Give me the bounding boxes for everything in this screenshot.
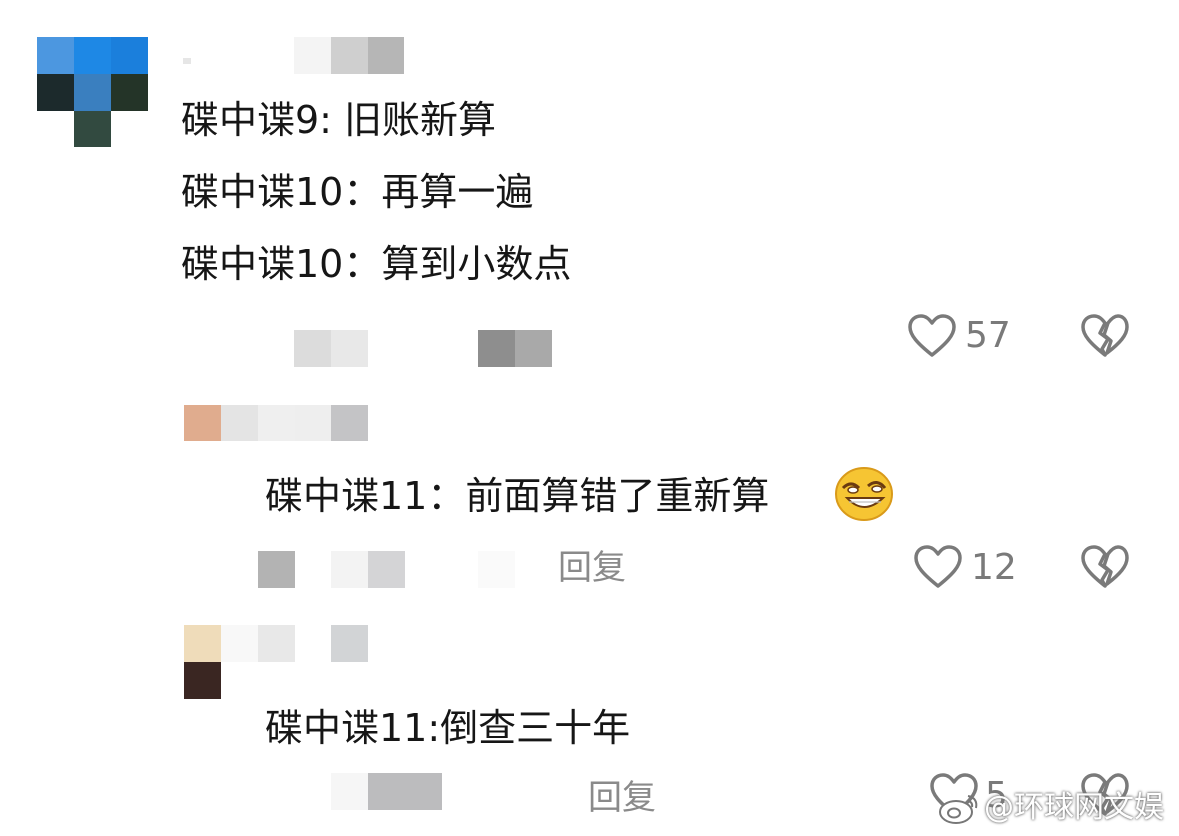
like-count-2: 12 bbox=[971, 547, 1017, 588]
weibo-logo-icon bbox=[939, 795, 978, 824]
broken-heart-icon[interactable] bbox=[1080, 544, 1130, 590]
comment-1-line-1: 碟中谍9: 旧账新算 bbox=[181, 98, 497, 142]
grinning-squint-emoji-icon bbox=[835, 467, 893, 521]
comment-2-text: 碟中谍11：前面算错了重新算 bbox=[265, 474, 770, 518]
broken-heart-icon[interactable] bbox=[1080, 313, 1130, 359]
heart-outline-icon[interactable] bbox=[907, 313, 957, 359]
comment-1-line-2: 碟中谍10：再算一遍 bbox=[181, 170, 534, 214]
comment-3-text: 碟中谍11:倒查三十年 bbox=[265, 706, 631, 750]
comment-1-line-3: 碟中谍10：算到小数点 bbox=[181, 242, 572, 286]
watermark-text: @环球网文娱 bbox=[984, 790, 1164, 825]
like-count-1: 57 bbox=[965, 315, 1011, 356]
heart-outline-icon[interactable] bbox=[913, 544, 963, 590]
reply-button-3[interactable]: 回复 bbox=[588, 778, 656, 818]
reply-button-2[interactable]: 回复 bbox=[558, 548, 626, 588]
